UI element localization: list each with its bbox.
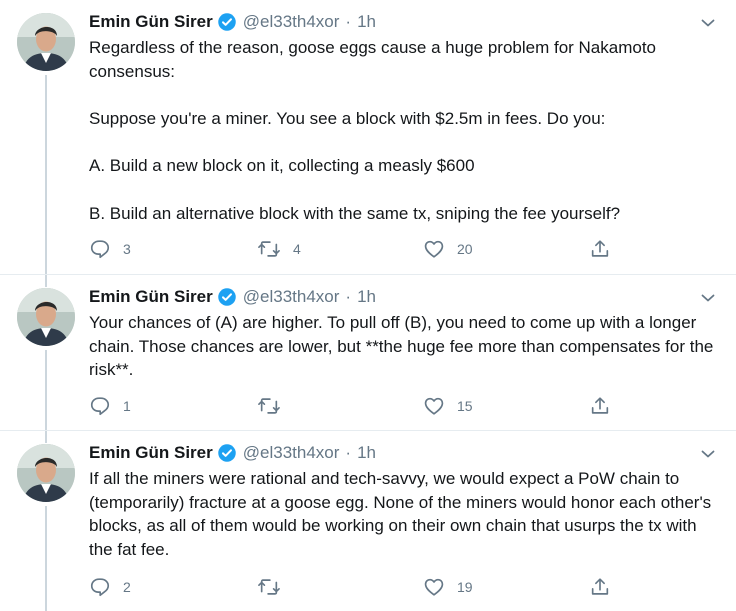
share-button[interactable] [589, 237, 611, 261]
retweet-button[interactable]: 4 [257, 237, 301, 261]
reply-icon [89, 395, 111, 417]
timeline: Emin Gün Sirer @el33th4xor · 1h Regardle… [0, 0, 736, 611]
tweet-paragraph: A. Build a new block on it, collecting a… [89, 156, 475, 176]
tweet-paragraph: B. Build an alternative block with the s… [89, 203, 621, 223]
tweet[interactable]: Emin Gün Sirer @el33th4xor · 1h If all t… [0, 431, 736, 611]
tweet-paragraph: Regardless of the reason, goose eggs cau… [89, 38, 657, 81]
tweet-paragraph: Suppose you're a miner. You see a block … [89, 109, 606, 129]
tweet-timestamp[interactable]: 1h [357, 287, 376, 307]
tweet[interactable]: Emin Gün Sirer @el33th4xor · 1h Regardle… [0, 0, 736, 275]
retweet-button[interactable] [257, 394, 293, 418]
reply-count: 1 [123, 398, 131, 414]
reply-button[interactable]: 1 [89, 394, 131, 418]
retweet-icon [257, 395, 281, 417]
thread-connector [45, 275, 47, 287]
retweet-icon [257, 238, 281, 260]
tweet-timestamp[interactable]: 1h [357, 12, 376, 32]
tweet-paragraph: Your chances of (A) are higher. To pull … [89, 313, 714, 380]
tweet-paragraph: If all the miners were rational and tech… [89, 469, 712, 560]
reply-button[interactable]: 2 [89, 575, 131, 599]
tweet-actions: 1 15 [89, 394, 709, 418]
like-count: 20 [457, 241, 473, 257]
thread-connector [45, 350, 47, 430]
reply-count: 2 [123, 579, 131, 595]
share-button[interactable] [589, 575, 611, 599]
share-button[interactable] [589, 394, 611, 418]
retweet-button[interactable] [257, 575, 293, 599]
author-handle[interactable]: @el33th4xor [243, 12, 340, 32]
tweet[interactable]: Emin Gün Sirer @el33th4xor · 1h Your cha… [0, 275, 736, 431]
avatar[interactable] [17, 288, 75, 346]
chevron-down-icon[interactable] [698, 444, 718, 464]
tweet-text: Your chances of (A) are higher. To pull … [89, 311, 716, 382]
author-name[interactable]: Emin Gün Sirer [89, 12, 213, 32]
separator-dot: · [345, 12, 352, 31]
like-button[interactable]: 15 [423, 394, 473, 418]
tweet-timestamp[interactable]: 1h [357, 443, 376, 463]
reply-icon [89, 238, 111, 260]
like-button[interactable]: 19 [423, 575, 473, 599]
tweet-actions: 3 4 20 [89, 237, 709, 261]
thread-connector [45, 431, 47, 443]
share-icon [589, 576, 611, 598]
retweet-icon [257, 576, 281, 598]
reply-count: 3 [123, 241, 131, 257]
tweet-actions: 2 19 [89, 575, 709, 599]
separator-dot: · [345, 287, 352, 306]
like-button[interactable]: 20 [423, 237, 473, 261]
thread-connector [45, 75, 47, 274]
reply-icon [89, 576, 111, 598]
tweet-header: Emin Gün Sirer @el33th4xor · 1h [89, 9, 716, 35]
author-name[interactable]: Emin Gün Sirer [89, 443, 213, 463]
separator-dot: · [345, 443, 352, 462]
author-handle[interactable]: @el33th4xor [243, 287, 340, 307]
share-icon [589, 395, 611, 417]
tweet-text: If all the miners were rational and tech… [89, 467, 716, 562]
chevron-down-icon[interactable] [698, 13, 718, 33]
verified-badge-icon [217, 443, 237, 463]
tweet-header: Emin Gün Sirer @el33th4xor · 1h [89, 284, 716, 310]
verified-badge-icon [217, 287, 237, 307]
reply-button[interactable]: 3 [89, 237, 131, 261]
chevron-down-icon[interactable] [698, 288, 718, 308]
tweet-header: Emin Gün Sirer @el33th4xor · 1h [89, 440, 716, 466]
heart-icon [423, 238, 445, 260]
retweet-count: 4 [293, 241, 301, 257]
heart-icon [423, 576, 445, 598]
tweet-text: Regardless of the reason, goose eggs cau… [89, 36, 716, 226]
author-handle[interactable]: @el33th4xor [243, 443, 340, 463]
share-icon [589, 238, 611, 260]
thread-connector [45, 506, 47, 611]
avatar[interactable] [17, 13, 75, 71]
like-count: 19 [457, 579, 473, 595]
author-name[interactable]: Emin Gün Sirer [89, 287, 213, 307]
verified-badge-icon [217, 12, 237, 32]
like-count: 15 [457, 398, 473, 414]
avatar[interactable] [17, 444, 75, 502]
heart-icon [423, 395, 445, 417]
